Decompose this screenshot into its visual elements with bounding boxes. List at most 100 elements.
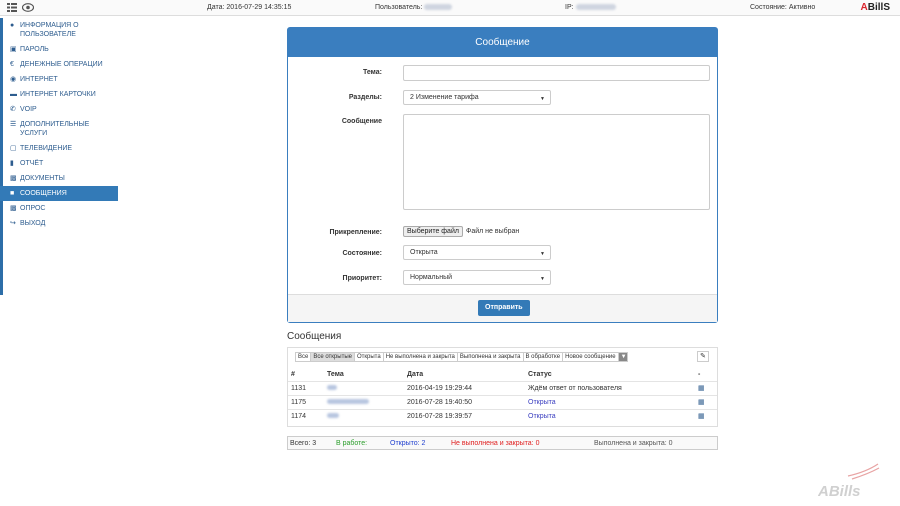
eye-icon[interactable] — [22, 3, 34, 12]
sidebar-item-label: Денежные операции — [20, 61, 103, 68]
col-subject: Тема — [327, 370, 344, 378]
table-row: 1175 2016-07-28 19:40:50 Открыта ▦ — [288, 394, 717, 409]
filter-open[interactable]: Открыта — [353, 352, 384, 362]
menu-grid-icon[interactable] — [7, 3, 17, 12]
sidebar-item-poll[interactable]: ▩ Опрос — [0, 201, 118, 216]
row-id: 1174 — [288, 408, 324, 423]
sidebar-item-password[interactable]: ▣ Пароль — [0, 42, 118, 57]
priority-label: Приоритет: — [342, 275, 382, 282]
sidebar-item-voip[interactable]: ✆ VoIP — [0, 102, 118, 117]
row-status-link[interactable]: Открыта — [525, 394, 695, 409]
sidebar-item-label: Опрос — [20, 205, 46, 212]
section-label: Разделы: — [348, 94, 382, 101]
dropdown-caret-icon: ▼ — [540, 250, 545, 257]
row-subject-redacted[interactable] — [324, 394, 404, 409]
sidebar-item-label: Информация о пользователе — [20, 22, 79, 38]
row-id: 1175 — [288, 394, 324, 409]
account-status: Состояние: Активно — [750, 4, 816, 11]
sidebar-item-label: Телевидение — [20, 145, 73, 152]
message-form-panel: Сообщение Тема: Разделы: 2 Изменение тар… — [287, 27, 718, 323]
session-date: Дата: 2016-07-29 14:35:15 — [207, 4, 292, 11]
ip-value-redacted — [575, 4, 616, 11]
section-select[interactable]: 2 Изменение тарифа ▼ — [403, 90, 551, 105]
user-label: Пользователь: — [375, 4, 453, 11]
choose-file-button[interactable]: Выберите файл — [403, 226, 463, 237]
sidebar-item-label: Интернет — [20, 76, 58, 83]
ip-label: IP: — [565, 4, 616, 11]
lock-icon: ▣ — [10, 46, 17, 53]
sidebar: ● Информация о пользователе ▣ Пароль € Д… — [0, 18, 118, 295]
sidebar-item-documents[interactable]: ▩ Документы — [0, 171, 118, 186]
calendar-icon[interactable]: ▦ — [695, 394, 717, 409]
sidebar-item-tv[interactable]: ▢ Телевидение — [0, 141, 118, 156]
briefcase-icon: ▩ — [10, 175, 17, 182]
filter-more-dropdown[interactable]: ▼ — [617, 352, 628, 362]
row-id: 1131 — [288, 380, 324, 395]
message-textarea[interactable] — [403, 114, 710, 210]
sidebar-item-label: Дополнительные услуги — [20, 121, 90, 137]
open-count: Открыто: 2 — [390, 440, 426, 447]
pencil-icon[interactable]: ✎ — [697, 351, 709, 362]
sidebar-item-report[interactable]: ▮ Отчёт — [0, 156, 118, 171]
sidebar-item-label: Выход — [20, 220, 46, 227]
sidebar-item-finance[interactable]: € Денежные операции — [0, 57, 118, 72]
filter-not-done-closed[interactable]: Не выполнена и закрыта — [382, 352, 458, 362]
chart-icon: ▩ — [10, 205, 17, 212]
total-count: Всего: 3 — [290, 440, 317, 447]
dropdown-caret-icon: ▼ — [540, 95, 545, 102]
sidebar-item-label: Сообщения — [20, 190, 67, 197]
sidebar-item-label: VoIP — [20, 106, 37, 113]
priority-select[interactable]: Нормальный ▼ — [403, 270, 551, 285]
attach-label: Прикрепление: — [329, 229, 382, 236]
top-bar: Дата: 2016-07-29 14:35:15 Пользователь: … — [0, 0, 900, 16]
file-status: Файл не выбран — [466, 228, 520, 235]
priority-select-value: Нормальный — [410, 274, 453, 281]
message-label: Сообщение — [341, 118, 382, 125]
state-select-value: Открыта — [410, 249, 438, 256]
row-subject-redacted[interactable] — [324, 380, 404, 395]
form-footer: Отправить — [288, 294, 717, 322]
col-id: # — [291, 370, 295, 378]
filter-new-message[interactable]: Новое сообщение — [562, 352, 619, 362]
sidebar-item-internet[interactable]: ◉ Интернет — [0, 72, 118, 87]
sidebar-item-logout[interactable]: ↪ Выход — [0, 216, 118, 231]
filter-done-closed[interactable]: Выполнена и закрыта — [456, 352, 524, 362]
section-select-value: 2 Изменение тарифа — [410, 94, 479, 101]
user-icon: ● — [10, 22, 15, 29]
sidebar-item-cards[interactable]: ▬ Интернет карточки — [0, 87, 118, 102]
messages-box: Все Все открытые Открыта Не выполнена и … — [287, 347, 718, 427]
sidebar-item-label: Интернет карточки — [20, 91, 96, 98]
filter-all[interactable]: Все — [295, 352, 312, 362]
subject-label: Тема: — [362, 69, 382, 76]
filter-in-progress[interactable]: В обработке — [522, 352, 564, 362]
sidebar-item-label: Документы — [20, 175, 65, 182]
totals-bar: Всего: 3 В работе: Открыто: 2 Не выполне… — [287, 436, 718, 450]
row-status-link[interactable]: Открыта — [525, 408, 695, 423]
row-status: Ждём ответ от пользователя — [525, 380, 695, 395]
state-label: Состояние: — [342, 250, 383, 257]
sidebar-item-label: Пароль — [20, 46, 49, 53]
row-subject-redacted[interactable] — [324, 408, 404, 423]
euro-icon: € — [10, 61, 14, 68]
send-button[interactable]: Отправить — [478, 300, 530, 316]
user-value-redacted — [424, 4, 453, 11]
row-date: 2016-07-28 19:40:50 — [404, 394, 525, 409]
table-row: 1174 2016-07-28 19:39:57 Открыта ▦ — [288, 408, 717, 423]
globe-icon: ◉ — [10, 76, 17, 83]
state-select[interactable]: Открыта ▼ — [403, 245, 551, 260]
abills-watermark-logo: ABills — [818, 463, 880, 500]
sidebar-item-messages[interactable]: ■ Сообщения — [0, 186, 118, 201]
col-date: Дата — [407, 370, 424, 378]
col-status: Статус — [528, 370, 552, 378]
row-date: 2016-07-28 19:39:57 — [404, 408, 525, 423]
calendar-icon[interactable]: ▦ — [695, 408, 717, 423]
abills-logo: ABillS — [860, 2, 890, 13]
calendar-icon[interactable]: ▦ — [695, 380, 717, 395]
list-icon: ☰ — [10, 121, 17, 128]
sidebar-item-extra-services[interactable]: ☰ Дополнительные услуги — [0, 117, 118, 141]
card-icon: ▬ — [10, 91, 17, 98]
in-work-count: В работе: — [336, 440, 368, 447]
sidebar-item-user-info[interactable]: ● Информация о пользователе — [0, 18, 118, 42]
filter-all-open[interactable]: Все открытые — [310, 352, 355, 362]
subject-input[interactable] — [403, 65, 710, 81]
